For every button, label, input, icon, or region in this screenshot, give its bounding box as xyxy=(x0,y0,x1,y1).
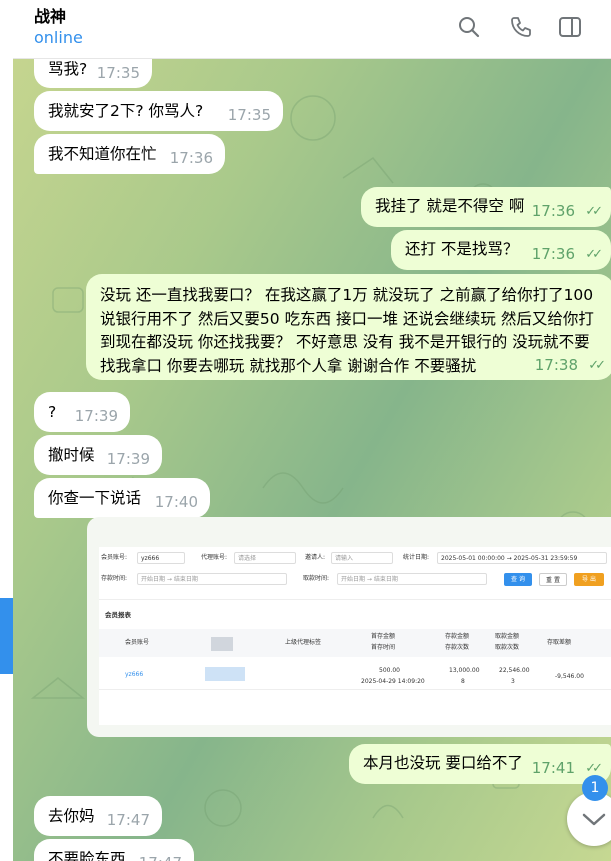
export-button: 导 出 xyxy=(574,573,604,586)
field-label: 统计日期: xyxy=(403,554,430,561)
divider xyxy=(99,599,611,600)
message-time: 17:39 xyxy=(74,407,118,425)
message-in: 我不知道你在忙 17:36 xyxy=(34,134,225,174)
message-in: 骂我? 17:35 xyxy=(34,58,152,88)
message-list[interactable]: 骂我? 17:35 我就安了2下? 你骂人? 17:35 我不知道你在忙 17:… xyxy=(13,58,611,861)
table-cell: 3 xyxy=(511,678,515,685)
column-header: 首存时间 xyxy=(371,644,396,651)
read-ticks-icon: ✓✓ xyxy=(585,247,603,262)
message-out: 本月也没玩 要口给不了 17:41 ✓✓ xyxy=(349,744,611,784)
member-field: yz666 xyxy=(137,552,185,564)
sidebar-toggle-icon[interactable] xyxy=(556,13,584,41)
read-ticks-icon: ✓✓ xyxy=(585,204,603,219)
image-message[interactable]: 会员账号: yz666 代理账号: 请选择 邀请人: 请输入 统计日期: 202… xyxy=(87,517,611,737)
search-icon[interactable] xyxy=(455,13,483,41)
field-label: 邀请人: xyxy=(305,554,326,561)
message-out: 没玩 还一直找我要口？ 在我这赢了1万 就没玩了 之前赢了给你打了100 说银行… xyxy=(86,274,611,380)
report-title: 会员报表 xyxy=(105,611,131,619)
field-label: 取款时间: xyxy=(303,575,330,582)
message-text: 去你妈 xyxy=(48,807,95,825)
agent-field: 请选择 xyxy=(234,552,296,564)
table-cell: yz666 xyxy=(125,671,144,678)
column-header: 存取差额 xyxy=(547,639,572,646)
field-placeholder: 请选择 xyxy=(238,555,257,562)
message-time: 17:47 xyxy=(106,811,150,829)
table-cell: -9,546.00 xyxy=(555,673,584,680)
stat-date-field: 2025-05-01 00:00:00 → 2025-05-31 23:59:5… xyxy=(437,552,607,564)
invite-field: 请输入 xyxy=(331,552,393,564)
deposit-time-field: 开始日期 → 结束日期 xyxy=(137,573,287,585)
chat-header: 战神 online xyxy=(13,0,611,59)
withdraw-time-field: 开始日期 → 结束日期 xyxy=(337,573,487,585)
blurred-cell xyxy=(205,667,245,681)
blurred-header xyxy=(211,637,233,651)
message-text: 你查一下说话 xyxy=(48,489,142,507)
message-text: 不要脸东西 xyxy=(48,850,126,861)
field-label: 会员账号: xyxy=(101,554,128,561)
phone-icon[interactable] xyxy=(507,13,535,41)
message-text: 还打 不是找骂？ xyxy=(405,240,519,258)
read-ticks-icon: ✓✓ xyxy=(588,358,606,373)
message-text: 我不知道你在忙 xyxy=(48,145,157,163)
message-time: 17:35 xyxy=(96,64,140,82)
message-time: 17:47 xyxy=(139,852,182,861)
message-time: 17:40 xyxy=(154,493,198,511)
message-in: 我就安了2下? 你骂人? 17:35 xyxy=(34,91,283,131)
message-in: 不要脸东西 17:47 xyxy=(34,839,194,861)
message-text: ? xyxy=(48,403,57,421)
message-out: 我挂了 就是不得空 啊 17:36 ✓✓ xyxy=(361,187,611,227)
message-time: 17:36 xyxy=(531,202,575,220)
table-cell: 2025-04-29 14:09:20 xyxy=(361,678,425,685)
field-placeholder: 结束日期 xyxy=(173,576,198,583)
field-placeholder: 开始日期 xyxy=(341,576,366,583)
chevron-down-icon xyxy=(582,813,606,826)
message-time: 17:39 xyxy=(106,450,150,468)
field-value: 2025-05-31 23:59:59 xyxy=(513,555,578,562)
column-header: 上级代理标签 xyxy=(285,639,322,646)
message-out: 还打 不是找骂？ 17:36 ✓✓ xyxy=(391,230,611,270)
message-time: 17:38 xyxy=(534,356,578,374)
table-header xyxy=(99,629,611,657)
message-text: 我挂了 就是不得空 啊 xyxy=(375,197,525,215)
message-text: 我就安了2下? 你骂人? xyxy=(48,102,204,120)
message-time: 17:41 xyxy=(531,759,575,777)
scroll-down-button[interactable] xyxy=(567,792,611,846)
table-cell: 8 xyxy=(461,678,465,685)
message-in: 撤时候 17:39 xyxy=(34,435,162,475)
report-screenshot: 会员账号: yz666 代理账号: 请选择 邀请人: 请输入 统计日期: 202… xyxy=(99,547,611,725)
message-text: 撤时候 xyxy=(48,446,95,464)
field-placeholder: 结束日期 xyxy=(373,576,398,583)
message-in: ? 17:39 xyxy=(34,392,130,432)
message-in: 你查一下说话 17:40 xyxy=(34,478,210,518)
query-button: 查 询 xyxy=(504,573,532,586)
message-time: 17:36 xyxy=(531,245,575,263)
chat-title[interactable]: 战神 xyxy=(34,3,66,27)
message-time: 17:35 xyxy=(227,106,271,124)
field-label: 存款时间: xyxy=(101,575,128,582)
chat-list-edge xyxy=(0,0,14,861)
message-text: 骂我? xyxy=(48,60,88,78)
reset-button: 重 置 xyxy=(539,573,567,586)
field-placeholder: 请输入 xyxy=(335,555,354,562)
unread-badge: 1 xyxy=(582,775,608,801)
field-label: 代理账号: xyxy=(201,554,228,561)
message-text: 本月也没玩 要口给不了 xyxy=(363,754,523,772)
column-header: 存款次数 xyxy=(445,644,470,651)
message-text: 没玩 还一直找我要口？ 在我这赢了1万 就没玩了 之前赢了给你打了100 说银行… xyxy=(100,286,594,375)
field-placeholder: 开始日期 xyxy=(141,576,166,583)
field-value: 2025-05-01 00:00:00 xyxy=(441,555,505,562)
message-time: 17:36 xyxy=(169,149,213,167)
field-value: yz666 xyxy=(141,555,160,562)
column-header: 取款次数 xyxy=(495,644,520,651)
message-in: 去你妈 17:47 xyxy=(34,796,162,836)
column-header: 会员账号 xyxy=(125,639,150,646)
divider xyxy=(99,689,611,690)
selected-chat-indicator xyxy=(0,598,13,674)
online-status: online xyxy=(34,28,83,47)
